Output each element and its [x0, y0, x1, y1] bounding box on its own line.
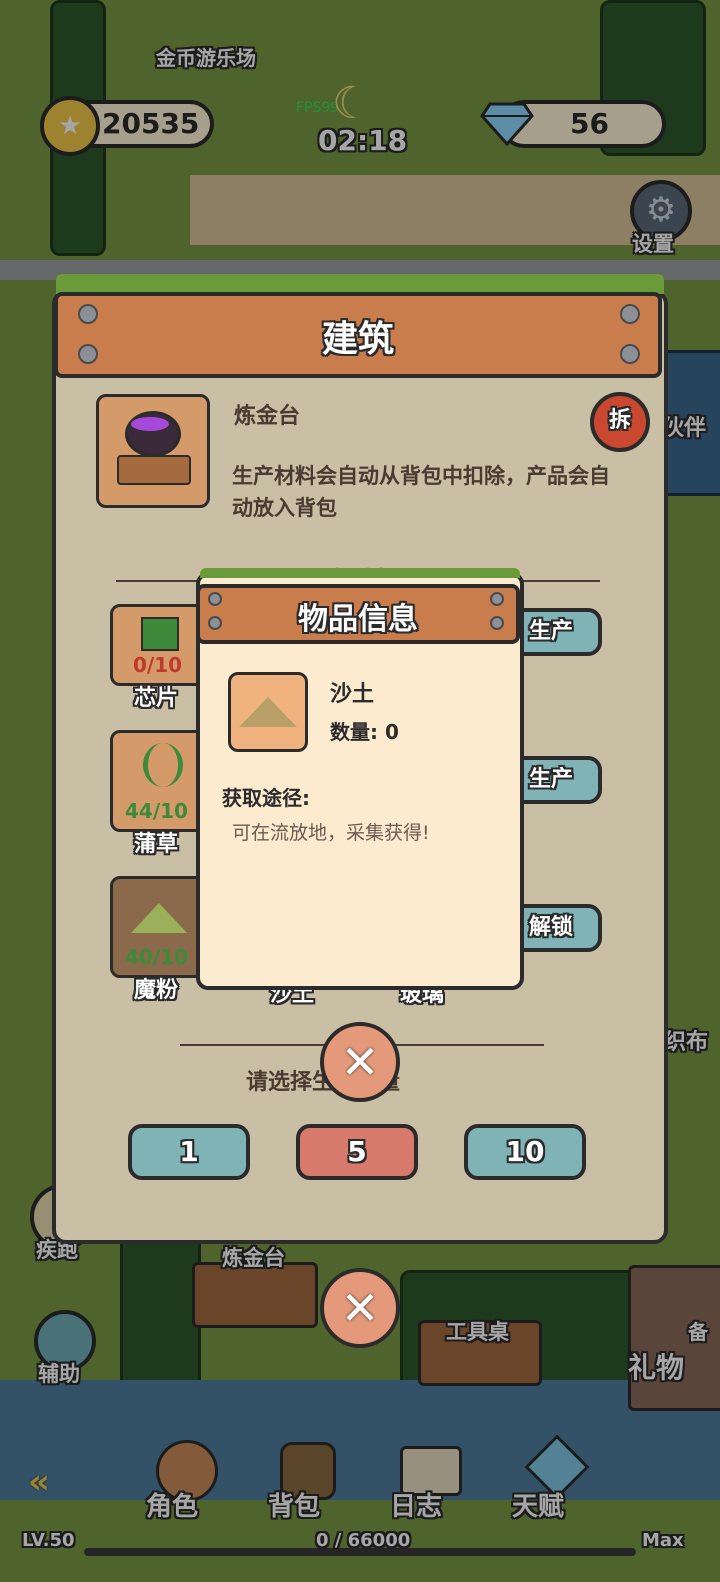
powder-pile-icon [131, 903, 187, 933]
building-title: 建筑 [321, 319, 394, 360]
source-title: 获取途径: [222, 786, 310, 810]
recipe-label: 魔粉 [134, 978, 179, 1003]
table-icon [117, 455, 191, 485]
recipe-icon-magic-powder[interactable]: 40/10 [110, 876, 208, 978]
potion-icon [131, 417, 169, 431]
item-name: 沙土 [330, 682, 375, 707]
quantity-10-button[interactable]: 10 [464, 1124, 586, 1180]
grass-trim [200, 568, 520, 578]
item-popup-header: 物品信息 [196, 584, 520, 644]
recipe-label: 蒲草 [134, 832, 179, 857]
close-icon: ✕ [340, 1035, 380, 1089]
building-close-button[interactable]: ✕ [320, 1268, 400, 1348]
sand-pile-icon [239, 697, 297, 727]
alchemy-table-icon [96, 394, 210, 508]
grass-trim [56, 274, 664, 294]
item-quantity: 数量: 0 [330, 720, 399, 744]
building-header: 建筑 [54, 292, 662, 378]
close-icon: ✕ [340, 1281, 380, 1335]
item-popup-title: 物品信息 [298, 602, 418, 637]
recipe-label: 芯片 [134, 686, 179, 711]
item-popup-close-button[interactable]: ✕ [320, 1022, 400, 1102]
quantity-5-button[interactable]: 5 [296, 1124, 418, 1180]
vine-icon [143, 743, 183, 787]
recipe-icon-chip[interactable]: 0/10 [110, 604, 208, 686]
building-description: 生产材料会自动从背包中扣除，产品会自动放入背包 [232, 464, 610, 520]
quantity-1-button[interactable]: 1 [128, 1124, 250, 1180]
recipe-count: 44/10 [125, 799, 188, 823]
recipe-count: 40/10 [125, 945, 188, 969]
source-text: 可在流放地，采集获得! [232, 822, 430, 844]
recipe-count: 0/10 [133, 653, 183, 677]
recipe-icon-cattail[interactable]: 44/10 [110, 730, 208, 832]
demolish-button[interactable]: 拆 [590, 392, 650, 452]
building-name: 炼金台 [234, 404, 301, 429]
chip-icon [141, 617, 179, 651]
sand-item-icon [228, 672, 308, 752]
